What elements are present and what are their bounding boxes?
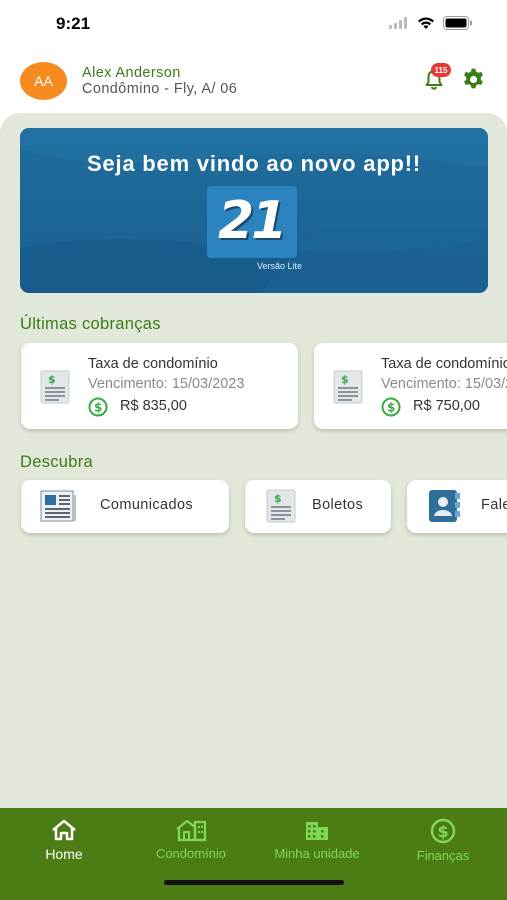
- discover-card-fale-conosco[interactable]: Fale conosco: [407, 480, 507, 533]
- charge-card[interactable]: $ Taxa de condomínio Vencimento: 15/03/2…: [314, 343, 507, 429]
- dollar-circle-icon: $: [88, 397, 108, 417]
- gear-icon[interactable]: [461, 67, 486, 92]
- status-time: 9:21: [56, 14, 91, 33]
- bottom-tab-bar: Home Condomínio Minha unidade $ Finanças: [0, 808, 507, 900]
- building-icon: [306, 822, 328, 840]
- svg-text:$: $: [94, 401, 102, 415]
- charge-amount: R$ 835,00: [120, 398, 187, 414]
- home-icon: [52, 819, 76, 841]
- charges-section-title: Últimas cobranças: [20, 315, 161, 333]
- battery-icon: [443, 16, 472, 30]
- discover-section-title: Descubra: [20, 453, 94, 471]
- condo-icon: [176, 819, 207, 842]
- bill-icon: $: [333, 370, 363, 404]
- tab-label: Minha unidade: [274, 846, 360, 861]
- discover-card-comunicados[interactable]: Comunicados: [21, 480, 229, 533]
- dollar-circle-icon: $: [381, 397, 401, 417]
- svg-text:$: $: [48, 373, 56, 386]
- svg-text:$: $: [387, 401, 395, 415]
- discover-label: Comunicados: [100, 497, 194, 513]
- app-version-caption: Versão Lite: [257, 261, 303, 271]
- tab-home[interactable]: Home: [9, 818, 119, 862]
- charge-title: Taxa de condomínio: [88, 356, 218, 372]
- bill-icon: $: [40, 370, 70, 404]
- discover-label: Boletos: [312, 497, 364, 513]
- svg-text:$: $: [274, 492, 282, 505]
- discover-card-boletos[interactable]: $ Boletos: [245, 480, 391, 533]
- home-indicator: [164, 880, 344, 885]
- charge-due-date: Vencimento: 15/03/2023: [88, 376, 245, 392]
- signal-icon: [389, 17, 407, 29]
- notification-badge: 115: [431, 63, 451, 77]
- user-unit: Condômino - Fly, A/ 06: [82, 81, 238, 97]
- charge-amount: R$ 750,00: [413, 398, 480, 414]
- newspaper-icon: [40, 490, 76, 522]
- status-bar: 9:21: [0, 0, 507, 48]
- svg-text:$: $: [438, 822, 449, 841]
- svg-text:$: $: [341, 373, 349, 386]
- profile-header: AA Alex Anderson Condômino - Fly, A/ 06 …: [0, 48, 507, 114]
- tab-label: Home: [45, 846, 83, 862]
- tab-condominio[interactable]: Condomínio: [136, 818, 246, 861]
- dollar-icon: $: [430, 818, 456, 844]
- tab-minha-unidade[interactable]: Minha unidade: [262, 818, 372, 861]
- app-logo-number: 21: [218, 191, 287, 251]
- avatar[interactable]: AA: [20, 62, 67, 100]
- tab-financas[interactable]: $ Finanças: [388, 818, 498, 863]
- main-content: Seja bem vindo ao novo app!! 21 Versão L…: [0, 113, 507, 808]
- tab-label: Condomínio: [155, 846, 227, 861]
- status-icons: [389, 16, 473, 30]
- user-name: Alex Anderson: [82, 65, 181, 81]
- charge-due-date: Vencimento: 15/03/2023: [381, 376, 507, 392]
- bill-icon: $: [266, 489, 296, 523]
- banner-title: Seja bem vindo ao novo app!!: [86, 151, 422, 176]
- wifi-icon: [418, 17, 434, 29]
- tab-label: Finanças: [416, 848, 470, 863]
- contact-book-icon: [429, 490, 460, 522]
- welcome-banner[interactable]: Seja bem vindo ao novo app!! 21 Versão L…: [20, 128, 488, 293]
- charge-card[interactable]: $ Taxa de condomínio Vencimento: 15/03/2…: [21, 343, 298, 429]
- discover-label: Fale conosco: [481, 497, 507, 513]
- charge-title: Taxa de condomínio: [381, 356, 507, 372]
